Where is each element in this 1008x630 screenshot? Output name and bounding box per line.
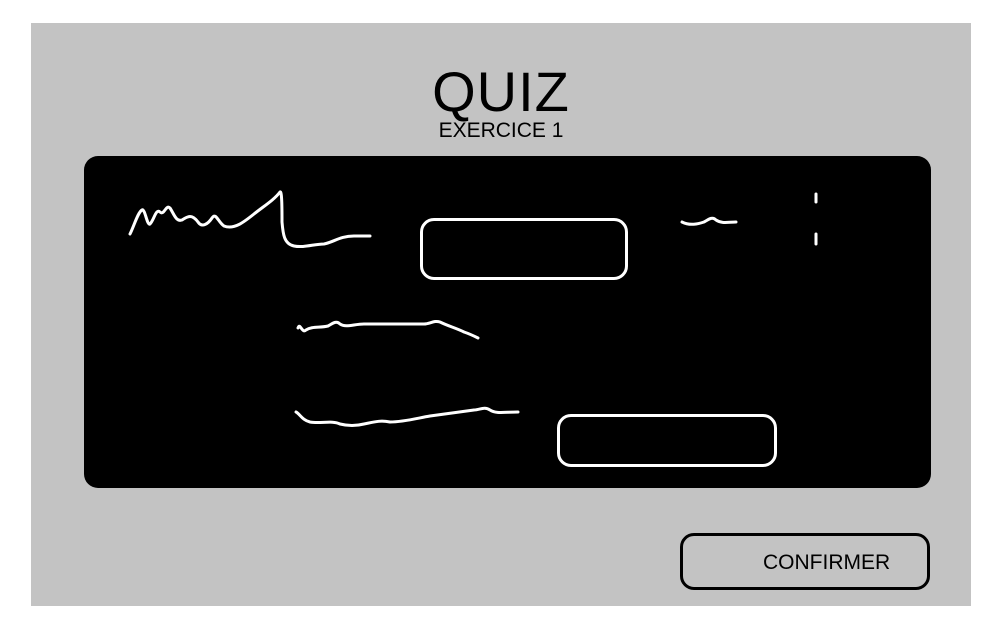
scribble-line-2 [296,319,480,340]
confirm-button[interactable]: CONFIRMER [680,533,930,590]
scribble-line-3 [294,406,520,427]
scribble-line-1a [128,190,372,249]
answer-field-1[interactable] [420,218,628,280]
answer-input-1[interactable] [423,221,625,277]
page-title: QUIZ [432,60,570,123]
handwritten-question-scribbles [128,190,818,427]
confirm-button-label: CONFIRMER [763,551,891,574]
question-board [84,156,931,488]
answer-input-2[interactable] [560,417,774,464]
exercise-label: EXERCICE 1 [438,119,564,142]
scribble-line-1b [680,216,738,226]
quiz-canvas: QUIZ EXERCICE 1 CONFIRMER [31,23,971,606]
answer-field-2[interactable] [557,414,777,467]
